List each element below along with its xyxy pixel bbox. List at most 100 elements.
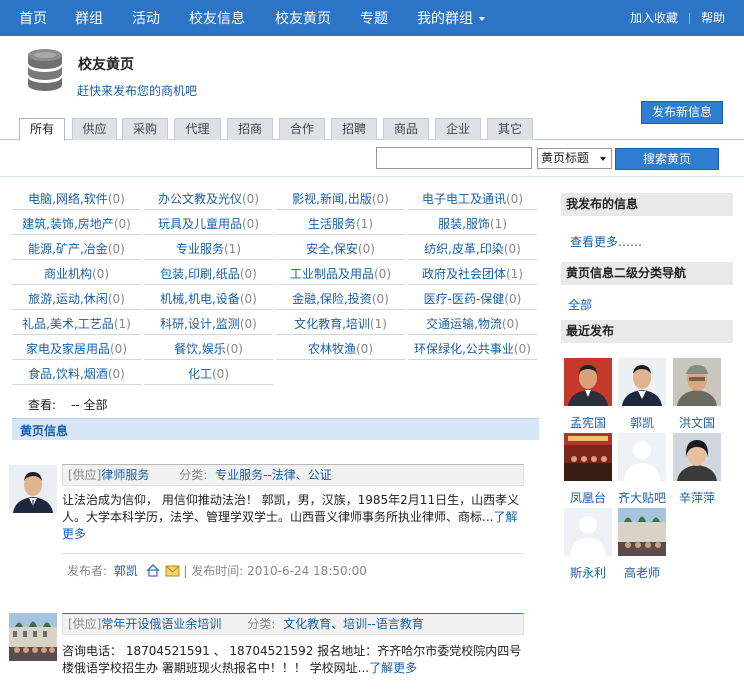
category-item[interactable]: 机械,机电,设备(0) <box>144 288 273 310</box>
recent-user[interactable]: 凤凰台 <box>563 433 613 506</box>
page-subtitle-link[interactable]: 赶快来发布您的商机吧 <box>77 82 197 99</box>
publisher-avatar[interactable] <box>9 613 57 661</box>
search-field-select[interactable]: 黄页标题 <box>537 148 612 169</box>
recent-user[interactable]: 齐大贴吧 <box>617 433 667 506</box>
search-button[interactable]: 搜索黄页 <box>615 148 719 170</box>
category-item[interactable]: 金融,保险,投资(0) <box>276 288 405 310</box>
category-item[interactable]: 办公文教及光仪(0) <box>144 188 273 210</box>
help-link[interactable]: 帮助 <box>701 0 725 36</box>
tab-supply[interactable]: 供应 <box>72 118 117 140</box>
category-item[interactable]: 包装,印刷,纸品(0) <box>144 263 273 285</box>
tab-purchase[interactable]: 采购 <box>122 118 168 140</box>
category-item[interactable]: 服装,服饰(1) <box>408 213 537 235</box>
entry-footer: 发布者: 郭凯 | 发布时间: 2010-6-24 18:50:00 <box>67 562 367 579</box>
tab-all[interactable]: 所有 <box>19 118 65 141</box>
sidebar-all-link[interactable]: 全部 <box>568 296 592 313</box>
category-name: 生活服务 <box>307 217 356 231</box>
category-item[interactable]: 餐饮,娱乐(0) <box>144 338 273 360</box>
category-name: 玩具及儿童用品 <box>157 217 242 231</box>
tab-company[interactable]: 企业 <box>435 118 481 140</box>
user-name: 齐大贴吧 <box>617 491 666 505</box>
category-item[interactable]: 影视,新闻,出版(0) <box>276 188 405 210</box>
category-count: (0) <box>110 342 127 356</box>
category-name: 交通运输,物流 <box>426 317 502 331</box>
recent-user[interactable]: 郭凯 <box>617 358 667 431</box>
nav-alumni-info[interactable]: 校友信息 <box>189 0 245 36</box>
category-item[interactable]: 旅游,运动,休闲(0) <box>12 288 141 310</box>
tab-cooperation[interactable]: 合作 <box>279 118 325 140</box>
category-item[interactable]: 玩具及儿童用品(0) <box>144 213 273 235</box>
category-item[interactable]: 科研,设计,监测(0) <box>144 313 273 335</box>
bookmark-link[interactable]: 加入收藏 <box>630 0 678 36</box>
category-item[interactable]: 专业服务(1) <box>144 238 273 260</box>
user-name: 高老师 <box>623 566 660 580</box>
category-name: 礼品,美术,工艺品 <box>22 317 114 331</box>
category-name: 专业服务 <box>175 242 224 256</box>
view-filter-label: 查看: <box>28 398 57 412</box>
category-item[interactable]: 纺织,皮革,印染(0) <box>408 238 537 260</box>
category-name: 金融,保险,投资 <box>292 292 372 306</box>
tab-bar: 所有 供应 采购 代理 招商 合作 招聘 商品 企业 其它 <box>0 117 744 141</box>
nav-home[interactable]: 首页 <box>19 0 47 36</box>
recent-user[interactable]: 孟宪国 <box>563 358 613 431</box>
user-name: 洪文国 <box>678 416 715 430</box>
sidebar-category-nav-title: 黄页信息二级分类导航 <box>561 262 733 285</box>
category-item[interactable]: 医疗-医药-保健(0) <box>408 288 537 310</box>
recent-user[interactable]: 辛萍萍 <box>672 433 722 506</box>
category-name: 办公文教及光仪 <box>157 192 242 206</box>
nav-yellow-pages[interactable]: 校友黄页 <box>275 0 331 36</box>
entry-category-link[interactable]: 专业服务--法律、公证 <box>215 468 332 482</box>
category-name: 文化教育,培训 <box>294 317 370 331</box>
category-item[interactable]: 交通运输,物流(0) <box>408 313 537 335</box>
nav-topics[interactable]: 专题 <box>360 0 388 36</box>
category-name: 科研,设计,监测 <box>160 317 240 331</box>
recent-user[interactable]: 高老师 <box>617 508 667 581</box>
category-item[interactable]: 建筑,装饰,房地产(0) <box>12 213 141 235</box>
category-item[interactable]: 安全,保安(0) <box>276 238 405 260</box>
tab-investment[interactable]: 招商 <box>227 118 273 140</box>
publisher-label: 发布者: <box>67 564 108 578</box>
entry-body-text: 咨询电话： 18704521591 、 18704521592 报名地址：齐齐哈… <box>62 644 522 675</box>
category-item[interactable]: 电脑,网络,软件(0) <box>12 188 141 210</box>
category-item[interactable]: 生活服务(1) <box>276 213 405 235</box>
category-item[interactable]: 电子电工及通讯(0) <box>408 188 537 210</box>
user-name: 孟宪国 <box>569 416 606 430</box>
nav-events[interactable]: 活动 <box>132 0 160 36</box>
category-item[interactable]: 礼品,美术,工艺品(1) <box>12 313 141 335</box>
entry-category-label: 分类: <box>179 468 208 482</box>
category-item[interactable]: 政府及社会团体(1) <box>408 263 537 285</box>
view-filter-all[interactable]: -- 全部 <box>71 396 107 413</box>
category-item[interactable]: 环保绿化,公共事业(0) <box>408 338 537 360</box>
search-input[interactable] <box>376 147 532 169</box>
recent-user[interactable]: 斯永利 <box>563 508 613 581</box>
entry-category-link[interactable]: 文化教育、培训--语言教育 <box>283 617 424 631</box>
category-item[interactable]: 农林牧渔(0) <box>276 338 405 360</box>
category-count: (0) <box>239 292 257 306</box>
entry-title-link[interactable]: 律师服务 <box>101 468 149 482</box>
message-icon[interactable] <box>165 564 180 577</box>
home-icon[interactable] <box>146 563 160 577</box>
category-item[interactable]: 文化教育,培训(1) <box>276 313 405 335</box>
category-item[interactable]: 能源,矿产,冶金(0) <box>12 238 141 260</box>
category-name: 旅游,运动,休闲 <box>28 292 108 306</box>
category-item[interactable]: 家电及家居用品(0) <box>12 338 141 360</box>
category-count: (0) <box>107 292 125 306</box>
tab-other[interactable]: 其它 <box>487 118 533 140</box>
category-item[interactable]: 食品,饮料,烟酒(0) <box>12 363 141 385</box>
category-item[interactable]: 工业制品及用品(0) <box>276 263 405 285</box>
category-count: (1) <box>506 267 523 281</box>
entry-more-link[interactable]: 了解更多 <box>369 661 417 675</box>
recent-user[interactable]: 洪文国 <box>672 358 722 431</box>
category-item[interactable]: 商业机构(0) <box>12 263 141 285</box>
tab-goods[interactable]: 商品 <box>383 118 429 140</box>
nav-my-groups[interactable]: 我的群组 <box>417 0 485 36</box>
view-more-link[interactable]: 查看更多…… <box>570 233 642 250</box>
category-item[interactable]: 化工(0) <box>144 363 273 385</box>
tab-recruit[interactable]: 招聘 <box>331 118 377 140</box>
user-avatar <box>564 358 612 406</box>
publisher-link[interactable]: 郭凯 <box>114 564 138 578</box>
entry-title-link[interactable]: 常年开设俄语业余培训 <box>101 617 221 631</box>
nav-groups[interactable]: 群组 <box>75 0 103 36</box>
publisher-avatar[interactable] <box>9 465 57 513</box>
tab-agency[interactable]: 代理 <box>174 118 221 140</box>
